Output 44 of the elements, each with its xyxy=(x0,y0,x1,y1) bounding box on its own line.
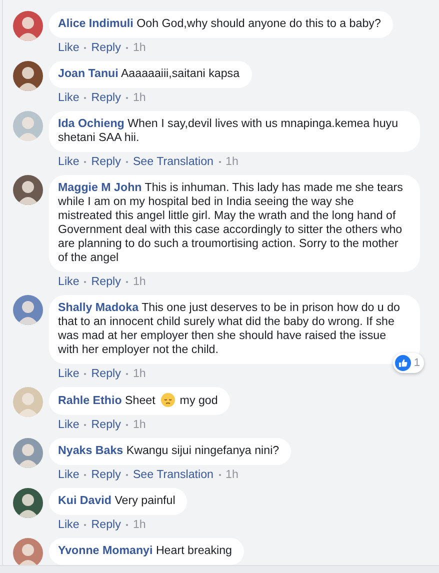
author-link[interactable]: Kui David xyxy=(58,494,112,507)
action-link[interactable]: Reply xyxy=(91,517,121,533)
comment-text: Nyaks Baks Kwangu sijui ningefanya nini? xyxy=(58,444,280,458)
reaction-count: 1 xyxy=(414,356,420,370)
avatar[interactable] xyxy=(13,538,43,568)
action-link[interactable]: Like xyxy=(58,366,80,382)
author-link[interactable]: Ida Ochieng xyxy=(58,117,124,130)
action-link[interactable]: See Translation xyxy=(132,467,214,483)
author-link[interactable]: Nyaks Baks xyxy=(58,444,124,457)
author-link[interactable]: Yvonne Momanyi xyxy=(58,544,153,557)
avatar[interactable] xyxy=(13,11,43,41)
comment-text: Ida Ochieng When I say,devil lives with us mnapinga.kemea huyu shetani SAA hii. xyxy=(58,117,400,145)
author-link[interactable]: Joan Tanui xyxy=(58,67,118,80)
comment-text: Alice Indimuli Ooh God,why should anyone do this to a baby? xyxy=(58,17,381,31)
action-link[interactable]: Reply xyxy=(91,467,121,483)
action-link[interactable]: Like xyxy=(58,274,80,290)
comment-text: Joan Tanui Aaaaaaiii,saitani kapsa xyxy=(58,67,240,81)
avatar[interactable] xyxy=(13,61,43,91)
avatar[interactable] xyxy=(13,175,43,205)
avatar[interactable] xyxy=(13,488,43,518)
action-link[interactable]: Like xyxy=(58,90,80,106)
comment-text: Rahle Ethio Sheet my god xyxy=(58,393,218,408)
action-link[interactable]: Reply xyxy=(91,417,121,433)
action-link[interactable]: Like xyxy=(58,417,80,433)
author-link[interactable]: Shally Madoka xyxy=(58,301,139,314)
action-link[interactable]: Reply xyxy=(91,40,121,56)
action-link[interactable]: See Translation xyxy=(132,154,214,170)
sad-face-icon xyxy=(160,393,175,407)
author-link[interactable]: Alice Indimuli xyxy=(58,17,134,30)
action-link[interactable]: Like xyxy=(58,467,80,483)
action-link[interactable]: Reply xyxy=(91,274,121,290)
action-link[interactable]: Reply xyxy=(91,154,121,170)
action-link[interactable]: Reply xyxy=(91,90,121,106)
action-link[interactable]: Like xyxy=(58,517,80,533)
avatar[interactable] xyxy=(13,295,43,325)
author-link[interactable]: Rahle Ethio xyxy=(58,394,122,407)
author-link[interactable]: Maggie M John xyxy=(58,181,142,194)
thumbs-up-icon xyxy=(394,355,411,371)
action-link[interactable]: Like xyxy=(58,40,80,56)
action-link[interactable]: Like xyxy=(58,154,80,170)
comment-text: Maggie M John This is inhuman. This lady has made me she tears while I am on my hospital bed in India seeing the way she mistreated this angel little girl. May the wrath and the long hand of Government deal with this case accordingly to sitter the others who are planning to do such a troumortising action. Sorry to the mother of the angel xyxy=(58,181,404,265)
action-link[interactable]: Reply xyxy=(91,366,121,382)
comment-text: Kui David Very painful xyxy=(58,494,176,508)
comment-text: Yvonne Momanyi Heart breaking xyxy=(58,544,232,558)
